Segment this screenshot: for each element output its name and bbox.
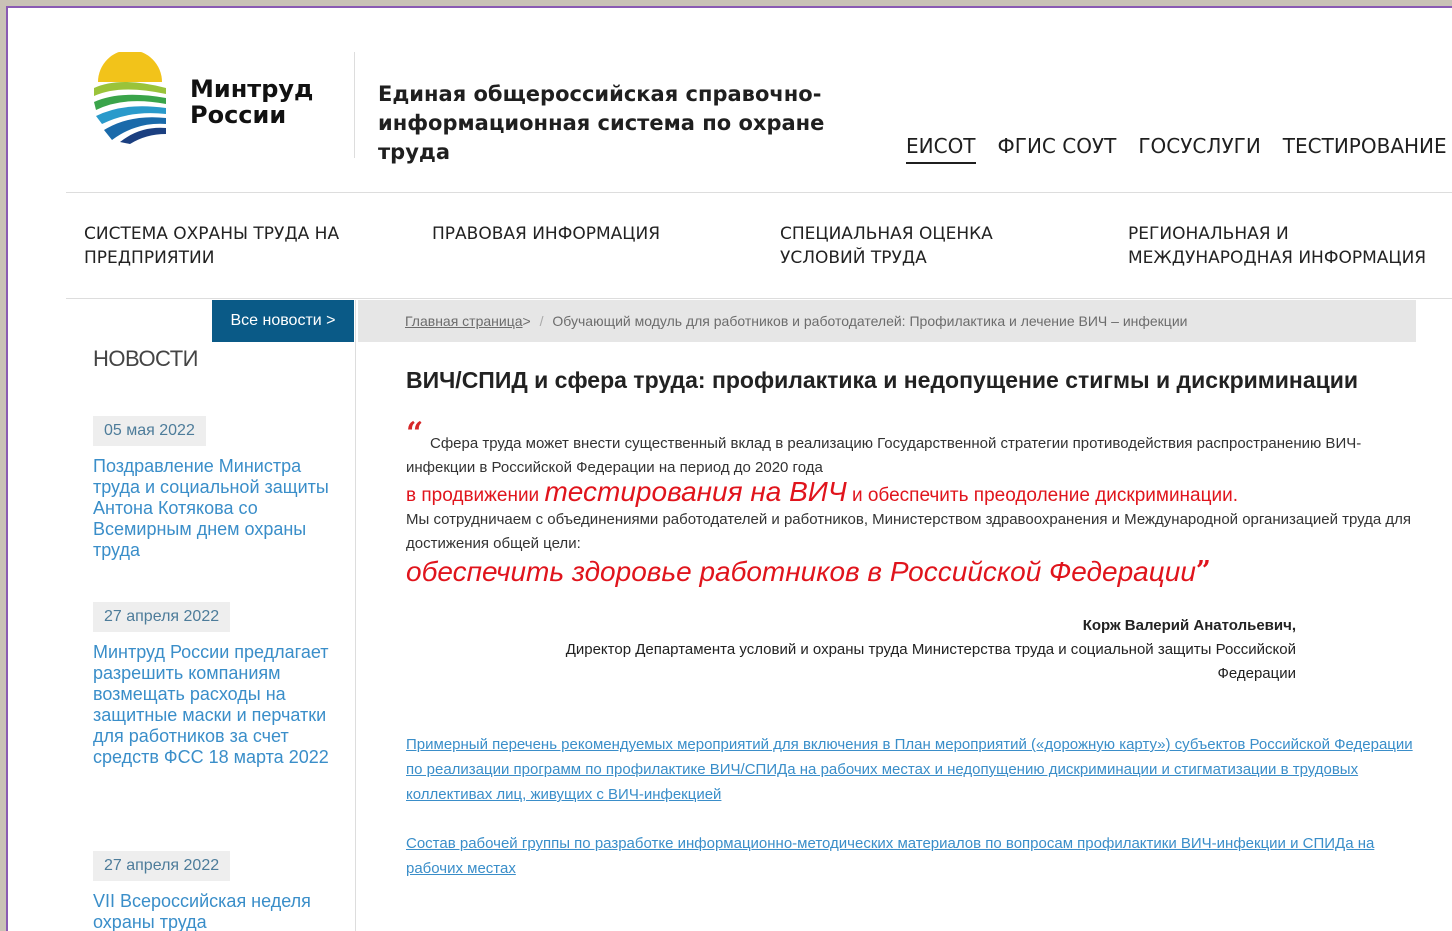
main-content: ВИЧ/СПИД и сфера труда: профилактика и н… [406, 366, 1426, 877]
top-link-testing[interactable]: ТЕСТИРОВАНИЕ [1283, 134, 1447, 164]
news-date: 27 апреля 2022 [93, 602, 231, 632]
breadcrumb-current: Обучающий модуль для работников и работо… [552, 313, 1188, 329]
logo-text[interactable]: Минтруд России [190, 76, 313, 128]
document-link[interactable]: Состав рабочей группы по разработке инфо… [406, 831, 1396, 881]
nav-item-labor-safety-system[interactable]: СИСТЕМА ОХРАНЫ ТРУДА НА ПРЕДПРИЯТИИ [84, 222, 364, 270]
quote-close-icon: ” [1195, 556, 1211, 586]
nav-rule [66, 298, 1452, 299]
top-link-eisot[interactable]: ЕИСОТ [906, 134, 976, 164]
quote-highlight-1: в продвижении тестирования на ВИЧ и обес… [406, 476, 1238, 508]
top-link-gosuslugi[interactable]: ГОСУСЛУГИ [1138, 134, 1260, 164]
news-item: 05 мая 2022 Поздравление Министра труда … [93, 416, 333, 561]
quote-highlight-big: тестирования на ВИЧ [544, 476, 847, 507]
top-link-fgis-sout[interactable]: ФГИС СОУТ [998, 134, 1117, 164]
news-item: 27 апреля 2022 VII Всероссийская неделя … [93, 851, 333, 931]
sidebar-divider [355, 300, 356, 931]
page-title: ВИЧ/СПИД и сфера труда: профилактика и н… [406, 367, 1359, 393]
author-position: Директор Департамента условий и охраны т… [565, 641, 1296, 682]
news-title-link[interactable]: VII Всероссийская неделя охраны труда [93, 891, 333, 931]
mintrud-logo-icon[interactable] [90, 52, 170, 144]
quote-paragraph-2: Мы сотрудничаем с объединениями работода… [406, 511, 1412, 552]
news-item: 27 апреля 2022 Минтруд России предлагает… [93, 602, 333, 768]
nav-item-legal-info[interactable]: ПРАВОВАЯ ИНФОРМАЦИЯ [432, 222, 732, 246]
news-date: 05 мая 2022 [93, 416, 206, 446]
news-title-link[interactable]: Поздравление Министра труда и социальной… [93, 456, 333, 561]
breadcrumb-arrow: > [522, 313, 531, 329]
site-title: Единая общероссийская справочно-информац… [378, 82, 825, 164]
quote-paragraph-1: Сфера труда может внести существенный вк… [406, 435, 1362, 476]
browser-page: Минтруд России Единая общероссийская спр… [6, 6, 1452, 931]
header-rule [66, 192, 1452, 193]
quote-author: Корж Валерий Анатольевич, Директор Депар… [406, 614, 1296, 686]
quote-highlight-pre: в продвижении [406, 485, 545, 506]
document-link[interactable]: Примерный перечень рекомендуемых меропри… [406, 732, 1418, 807]
news-title-link[interactable]: Минтруд России предлагает разрешить комп… [93, 642, 333, 768]
breadcrumb-home-link[interactable]: Главная страница [405, 313, 523, 329]
quote-goal-text: обеспечить здоровье работников в Российс… [406, 556, 1196, 587]
top-links: ЕИСОТ ФГИС СОУТ ГОСУСЛУГИ ТЕСТИРОВАНИЕ [906, 134, 1447, 164]
breadcrumb-separator: / [539, 313, 544, 329]
logo-line-2: России [190, 101, 287, 129]
nav-item-regional-international[interactable]: РЕГИОНАЛЬНАЯ И МЕЖДУНАРОДНАЯ ИНФОРМАЦИЯ [1128, 222, 1448, 270]
news-heading: НОВОСТИ [93, 346, 198, 371]
nav-item-special-assessment[interactable]: СПЕЦИАЛЬНАЯ ОЦЕНКА УСЛОВИЙ ТРУДА [780, 222, 1080, 270]
header-divider [354, 52, 355, 158]
quote-highlight-2: обеспечить здоровье работников в Российс… [406, 556, 1211, 588]
all-news-button[interactable]: Все новости > [212, 300, 354, 342]
logo-line-1: Минтруд [190, 75, 314, 103]
breadcrumb: Главная страница> / Обучающий модуль для… [358, 300, 1416, 342]
quote-highlight-post: и обеспечить преодоление дискриминации. [846, 485, 1239, 506]
author-name: Корж Валерий Анатольевич, [1082, 617, 1296, 634]
news-date: 27 апреля 2022 [93, 851, 231, 881]
